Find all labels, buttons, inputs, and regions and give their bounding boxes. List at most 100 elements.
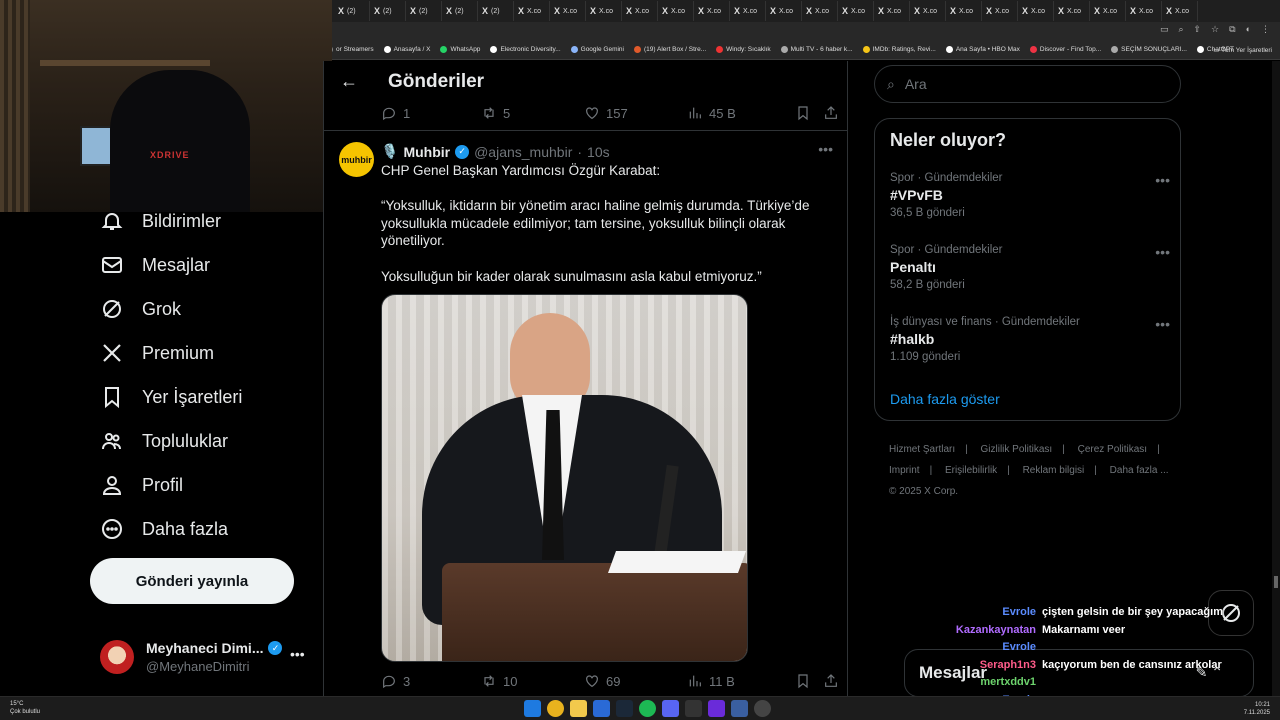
bookmark-item[interactable]: Google Gemini <box>570 46 624 53</box>
retweet-button[interactable]: 5 <box>481 105 584 121</box>
browser-tab[interactable]: X X.co <box>802 1 838 21</box>
like-button[interactable]: 157 <box>584 105 687 121</box>
browser-tab[interactable]: X (2) <box>406 1 442 21</box>
browser-tab[interactable]: X X.co <box>658 1 694 21</box>
browser-tab[interactable]: X (2) <box>370 1 406 21</box>
reply-button[interactable]: 3 <box>381 673 481 689</box>
more-dots-icon[interactable]: ••• <box>1155 172 1170 188</box>
bookmark-item[interactable]: or Streamers <box>326 46 374 53</box>
browser-tab[interactable]: X X.co <box>550 1 586 21</box>
more-dots-icon[interactable]: ••• <box>1155 244 1170 260</box>
scrollbar-thumb[interactable] <box>1274 576 1278 588</box>
star-icon[interactable]: ☆ <box>1211 24 1219 35</box>
app-icon[interactable] <box>593 700 610 717</box>
footer-link[interactable]: Gizlilik Politikası <box>981 444 1053 455</box>
more-dots-icon[interactable]: ••• <box>290 646 305 662</box>
browser-tab[interactable]: X X.co <box>874 1 910 21</box>
bookmark-item[interactable]: IMDb: Ratings, Revi... <box>862 46 936 53</box>
nav-item-messages[interactable]: Mesajlar <box>100 253 210 277</box>
browser-tab[interactable]: X X.co <box>982 1 1018 21</box>
bookmark-item[interactable]: SEÇİM SONUÇLARI... <box>1111 46 1187 53</box>
chrome-icon[interactable] <box>547 700 564 717</box>
footer-link[interactable]: Çerez Politikası <box>1078 444 1147 455</box>
browser-tab[interactable]: X (2) <box>334 1 370 21</box>
nav-item-more[interactable]: Daha fazla <box>100 517 228 541</box>
extensions-icon[interactable]: ⧉ <box>1229 24 1235 35</box>
tweet-photo[interactable] <box>381 294 748 662</box>
search-box[interactable]: ⌕ <box>874 65 1181 103</box>
trend-item[interactable]: İş dünyası ve finans · Gündemdekiler #ha… <box>890 316 1170 363</box>
trend-item[interactable]: Spor · Gündemdekiler #VPvFB 36,5 B gönde… <box>890 172 1170 219</box>
browser-tab[interactable]: X X.co <box>1162 1 1198 21</box>
steam-icon[interactable] <box>616 700 633 717</box>
bookmark-item[interactable]: Ana Sayfa • HBO Max <box>945 46 1020 53</box>
scrollbar[interactable] <box>1272 61 1280 696</box>
spotify-icon[interactable] <box>639 700 656 717</box>
all-bookmarks[interactable]: ▭ Tüm Yer İşaretleri <box>1213 46 1272 54</box>
weather-widget[interactable]: 15°C Çok bulutlu <box>10 700 40 716</box>
screen-cast-icon[interactable]: ▭ <box>1160 24 1169 35</box>
browser-tab[interactable]: X X.co <box>910 1 946 21</box>
bookmark-item[interactable]: Discover - Find Top... <box>1029 46 1101 53</box>
bookmark-button[interactable] <box>795 673 823 689</box>
back-arrow-icon[interactable]: ← <box>340 71 358 92</box>
tweet-more-icon[interactable]: ••• <box>818 141 833 157</box>
post-button[interactable]: Gönderi yayınla <box>90 558 294 604</box>
app-icon[interactable] <box>731 700 748 717</box>
share-icon[interactable]: ⇧ <box>1194 24 1202 35</box>
retweet-button[interactable]: 10 <box>481 673 584 689</box>
file-explorer-icon[interactable] <box>570 700 587 717</box>
bookmark-item[interactable]: Multi TV - 6 haber k... <box>780 46 853 53</box>
browser-tab[interactable]: X X.co <box>586 1 622 21</box>
browser-tab[interactable]: X X.co <box>514 1 550 21</box>
browser-tab[interactable]: X X.co <box>1126 1 1162 21</box>
obs-icon[interactable] <box>754 700 771 717</box>
footer-link[interactable]: Hizmet Şartları <box>889 444 955 455</box>
browser-tab[interactable]: X X.co <box>1090 1 1126 21</box>
views-button[interactable]: 45 B <box>687 105 795 121</box>
profile-icon[interactable]: ◐ <box>1246 24 1251 35</box>
system-clock[interactable]: 10:21 7.11.2025 <box>1244 701 1270 717</box>
browser-tab[interactable]: X X.co <box>730 1 766 21</box>
browser-tab[interactable]: X X.co <box>766 1 802 21</box>
search-input[interactable] <box>904 76 1145 92</box>
bookmark-button[interactable] <box>795 105 823 121</box>
tweet-avatar[interactable]: muhbir <box>339 142 374 177</box>
share-button[interactable] <box>823 673 839 689</box>
nav-item-premium[interactable]: Premium <box>100 341 214 365</box>
bookmark-item[interactable]: Anasayfa / X <box>383 46 430 53</box>
bookmark-item[interactable]: (19) Alert Box / Stre... <box>634 46 706 53</box>
reply-button[interactable]: 1 <box>381 105 481 121</box>
browser-tab[interactable]: X (2) <box>442 1 478 21</box>
nav-item-communities[interactable]: Topluluklar <box>100 429 228 453</box>
browser-tab[interactable]: X X.co <box>838 1 874 21</box>
bookmark-item[interactable]: Windy: Sıcaklık <box>716 46 771 53</box>
browser-tab[interactable]: X X.co <box>946 1 982 21</box>
nav-item-notifications[interactable]: Bildirimler <box>100 209 221 233</box>
bookmark-item[interactable]: Electronic Diversity... <box>490 46 561 53</box>
zoom-icon[interactable]: ⌕ <box>1178 24 1183 35</box>
nav-item-profile[interactable]: Profil <box>100 473 183 497</box>
menu-icon[interactable]: ⋮ <box>1261 24 1270 35</box>
footer-link[interactable]: Daha fazla ... <box>1110 465 1169 476</box>
browser-tab[interactable]: X X.co <box>694 1 730 21</box>
footer-link[interactable]: Erişilebilirlik <box>945 465 997 476</box>
footer-link[interactable]: Imprint <box>889 465 920 476</box>
browser-tab[interactable]: X (2) <box>478 1 514 21</box>
app-icon[interactable] <box>708 700 725 717</box>
tweet-time[interactable]: 10s <box>587 144 610 160</box>
account-switcher[interactable]: Meyhaneci Dimi... ✓ @MeyhaneDimitri ••• <box>100 636 310 680</box>
bookmark-item[interactable]: WhatsApp <box>440 46 480 53</box>
tweet-author-handle[interactable]: @ajans_muhbir <box>474 144 572 160</box>
share-button[interactable] <box>823 105 839 121</box>
trend-item[interactable]: Spor · Gündemdekiler Penaltı 58,2 B gönd… <box>890 244 1170 291</box>
discord-icon[interactable] <box>662 700 679 717</box>
tweet-author-name[interactable]: Muhbir <box>403 144 450 160</box>
footer-link[interactable]: Reklam bilgisi <box>1023 465 1085 476</box>
nav-item-bookmarks[interactable]: Yer İşaretleri <box>100 385 242 409</box>
show-more-link[interactable]: Daha fazla göster <box>890 391 1000 407</box>
browser-tab[interactable]: X X.co <box>622 1 658 21</box>
browser-tab[interactable]: X X.co <box>1018 1 1054 21</box>
like-button[interactable]: 69 <box>584 673 687 689</box>
more-dots-icon[interactable]: ••• <box>1155 316 1170 332</box>
